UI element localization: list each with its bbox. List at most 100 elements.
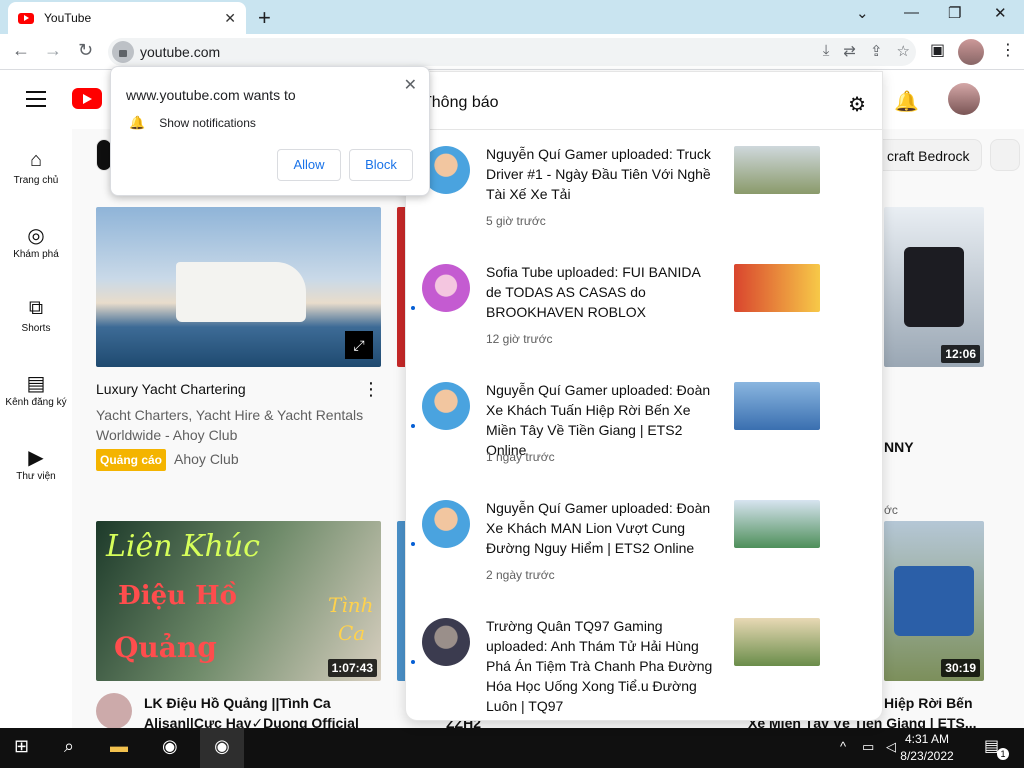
sidebar-item-label: Kênh đăng ký (5, 397, 67, 408)
sidebar-item-label: Khám phá (13, 249, 59, 260)
block-button[interactable]: Block (349, 149, 413, 181)
clock-time: 4:31 AM (904, 732, 950, 746)
bookmark-star-icon[interactable]: ☆ (897, 42, 910, 60)
channel-avatar (422, 618, 470, 666)
channel-avatar (422, 382, 470, 430)
notification-item[interactable]: Nguyễn Quí Gamer uploaded: Truck Driver … (406, 130, 882, 248)
search-icon[interactable]: ⌕ (64, 736, 74, 757)
tab-close-icon[interactable]: ✕ (224, 10, 236, 27)
notification-thumbnail (734, 500, 820, 548)
permission-title: www.youtube.com wants to (126, 87, 296, 103)
ad-description: Yacht Charters, Yacht Hire & Yacht Renta… (96, 407, 364, 443)
menu-kebab-icon[interactable]: ⋮ (1000, 40, 1016, 60)
notifications-gear-icon[interactable]: ⚙ (848, 92, 866, 117)
allow-button[interactable]: Allow (277, 149, 341, 181)
forward-arrow-icon[interactable]: → (44, 40, 62, 61)
notification-text: Sofia Tube uploaded: FUI BANIDA de TODAS… (486, 264, 701, 320)
tab-search-icon[interactable]: ⌄ (856, 4, 869, 22)
sidebar-item-label: Trang chủ (13, 175, 59, 186)
volume-icon[interactable]: ◁ (886, 739, 896, 755)
explore-icon: ◎ (27, 225, 45, 247)
sidebar-item-library[interactable]: ▶ Thư viện (0, 437, 72, 511)
video-thumbnail-right-top[interactable]: 12:06 (884, 207, 984, 367)
ad-channel[interactable]: Ahoy Club (174, 451, 239, 467)
thumb-text-3: Quảng (114, 631, 217, 664)
new-tab-button[interactable]: + (258, 5, 271, 31)
notification-text: Trường Quân TQ97 Gaming uploaded: Anh Th… (486, 618, 713, 714)
notification-permission-popup: www.youtube.com wants to ✕ 🔔 Show notifi… (110, 66, 430, 196)
share-icon[interactable]: ⇪ (870, 42, 883, 60)
notification-item[interactable]: Sofia Tube uploaded: FUI BANIDA de TODAS… (406, 248, 882, 366)
windows-start-icon[interactable]: ⊞ (14, 736, 29, 757)
video-duration: 30:19 (941, 659, 980, 677)
browser-toolbar: ← → ↻ youtube.com ⤓ ⇄ ⇪ ☆ ▣ ⋮ (0, 34, 1024, 70)
chip-minecraft-bedrock[interactable]: craft Bedrock (874, 139, 983, 171)
notification-time: 12 giờ trước (486, 332, 553, 346)
chrome-active-icon[interactable]: ◉ (200, 728, 244, 768)
tab-title: YouTube (44, 11, 92, 25)
close-window-button[interactable]: ✕ (994, 4, 1007, 22)
side-panel-icon[interactable]: ▣ (930, 40, 945, 60)
channel-avatar (422, 500, 470, 548)
ad-thumbnail[interactable]: ⤢ (96, 207, 381, 367)
url-text: youtube.com (140, 44, 221, 60)
sidebar-item-shorts[interactable]: ⧉ Shorts (0, 289, 72, 363)
notification-item[interactable]: Trường Quân TQ97 Gaming uploaded: Anh Th… (406, 602, 882, 720)
ad-title[interactable]: Luxury Yacht Chartering (96, 379, 356, 399)
sidebar-item-explore[interactable]: ◎ Khám phá (0, 215, 72, 289)
chip-more[interactable] (990, 139, 1020, 171)
close-icon[interactable]: ✕ (404, 75, 417, 95)
notifications-panel: Thông báo ⚙ Nguyễn Quí Gamer uploaded: T… (405, 71, 883, 721)
minimize-button[interactable]: — (904, 4, 919, 21)
lock-icon[interactable] (112, 41, 134, 63)
account-avatar[interactable] (948, 83, 980, 115)
permission-request-row: 🔔 Show notifications (129, 115, 256, 131)
address-bar[interactable]: youtube.com ⤓ ⇄ ⇪ ☆ (108, 38, 916, 66)
notification-item[interactable]: Nguyễn Quí Gamer uploaded: Đoàn Xe Khách… (406, 484, 882, 602)
maximize-button[interactable]: ❐ (948, 4, 961, 22)
permission-request-text: Show notifications (159, 116, 256, 130)
notifications-title: Thông báo (422, 94, 499, 111)
video-title-fragment[interactable]: NNY (884, 437, 984, 457)
sidebar-item-label: Shorts (21, 323, 51, 334)
taskbar-clock[interactable]: 4:31 AM 8/23/2022 (900, 731, 954, 765)
video-title-fragment[interactable]: Hiệp Rời Bến (884, 693, 1024, 713)
video-thumbnail-right-bottom[interactable]: 30:19 (884, 521, 984, 681)
ad-menu-kebab-icon[interactable]: ⋮ (362, 379, 380, 400)
video-meta-fragment: ớc (884, 503, 898, 517)
sidebar: ⌂ Trang chủ ◎ Khám phá ⧉ Shorts ▤ Kênh đ… (0, 141, 72, 511)
install-icon[interactable]: ⤓ (823, 42, 830, 60)
video-title[interactable]: LK Điệu Hồ Quảng ||Tình Ca (144, 693, 404, 713)
network-icon[interactable]: ▭ (862, 739, 874, 755)
unread-dot (411, 306, 415, 310)
notification-thumbnail (734, 264, 820, 312)
notification-thumbnail (734, 146, 820, 194)
windows-taskbar: ⊞ ⌕ ▬ ◉ ◉ ^ ▭ ◁ 4:31 AM 8/23/2022 ▤ 1 (0, 728, 1024, 768)
video-thumbnail-lien-khuc[interactable]: Liên Khúc Điệu Hồ Quảng Tình Ca 1:07:43 (96, 521, 381, 681)
youtube-logo-icon[interactable] (72, 88, 102, 109)
notification-text: Nguyễn Quí Gamer uploaded: Truck Driver … (486, 146, 711, 202)
notifications-bell-icon[interactable]: 🔔 (894, 89, 919, 114)
translate-icon[interactable]: ⇄ (843, 42, 856, 60)
profile-avatar[interactable] (958, 39, 984, 65)
sidebar-item-subscriptions[interactable]: ▤ Kênh đăng ký (0, 363, 72, 437)
ad-badge: Quảng cáo (96, 449, 167, 471)
notification-time: 2 ngày trước (486, 568, 555, 582)
chrome-icon[interactable]: ◉ (162, 736, 178, 757)
clock-date: 8/23/2022 (900, 749, 954, 763)
video-title-line2[interactable]: Alisan||Cực Hay✓Duong Official (144, 713, 404, 728)
unread-dot (411, 660, 415, 664)
tab-youtube[interactable]: YouTube ✕ (8, 2, 246, 34)
channel-avatar[interactable] (96, 693, 132, 728)
thumb-text-4: Tình (328, 593, 374, 617)
thumb-text-2: Điệu Hồ (118, 581, 238, 611)
chevron-up-icon[interactable]: ^ (840, 739, 846, 754)
notification-count-badge: 1 (997, 748, 1009, 760)
sidebar-item-home[interactable]: ⌂ Trang chủ (0, 141, 72, 215)
external-link-icon[interactable]: ⤢ (345, 331, 373, 359)
back-arrow-icon[interactable]: ← (12, 40, 30, 61)
file-explorer-icon[interactable]: ▬ (110, 736, 128, 757)
reload-icon[interactable]: ↻ (78, 40, 93, 61)
notification-item[interactable]: Nguyễn Quí Gamer uploaded: Đoàn Xe Khách… (406, 366, 882, 484)
hamburger-menu-icon[interactable] (26, 91, 46, 112)
